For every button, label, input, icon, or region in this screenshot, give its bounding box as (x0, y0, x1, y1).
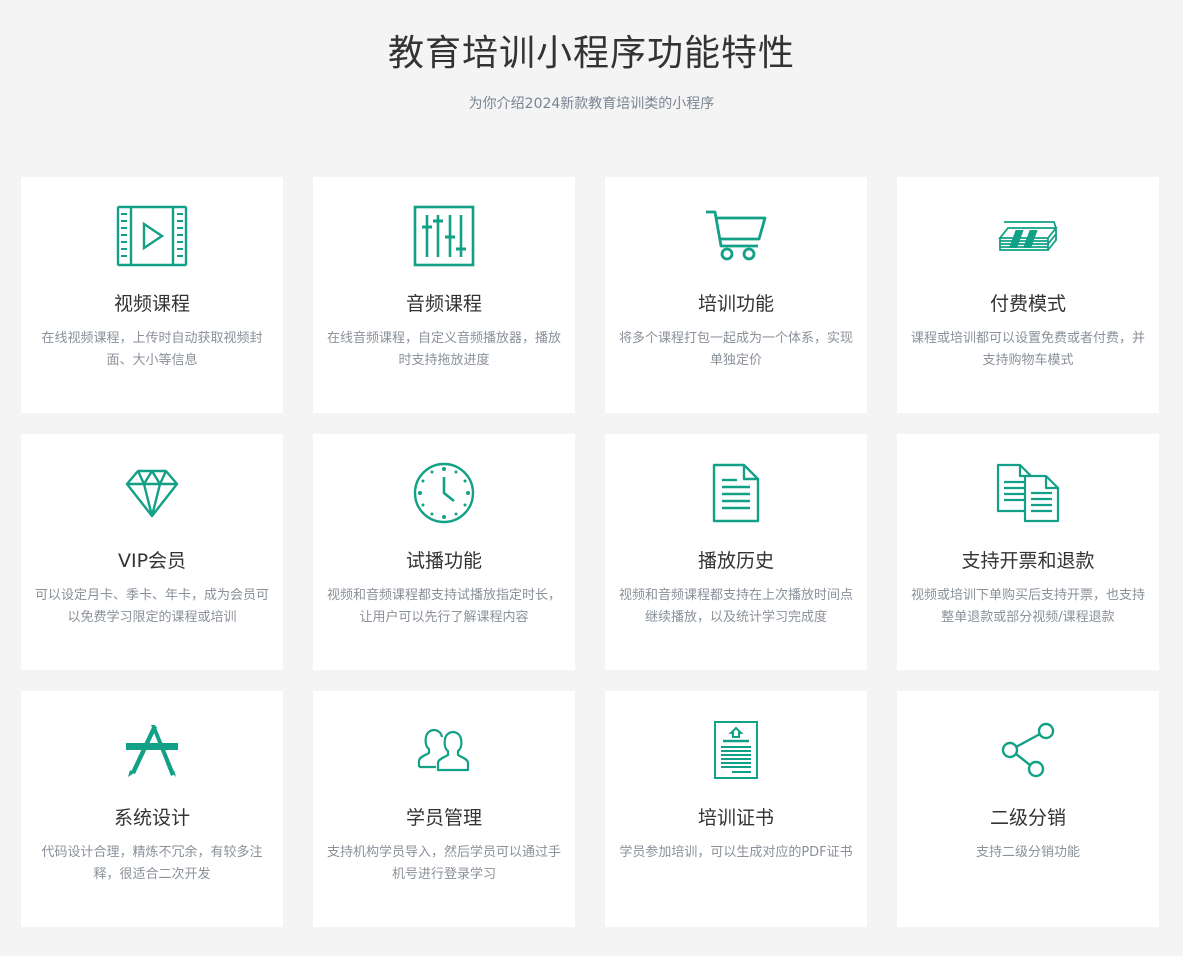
feature-card-audio-course[interactable]: 音频课程 在线音频课程，自定义音频播放器，播放时支持拖放进度 (313, 177, 575, 413)
feature-title: 二级分销 (989, 807, 1066, 829)
page-subtitle: 为你介绍2024新款教育培训类的小程序 (468, 96, 715, 112)
feature-description: 可以设定月卡、季卡、年卡，成为会员可以免费学习限定的课程或培训 (34, 588, 269, 625)
feature-description: 支持二级分销功能 (975, 845, 1080, 860)
diamond-icon (116, 461, 188, 525)
document-icon (700, 461, 772, 525)
feature-title: 视频课程 (113, 293, 190, 315)
feature-card-vip[interactable]: VIP会员 可以设定月卡、季卡、年卡，成为会员可以免费学习限定的课程或培训 (21, 434, 283, 670)
feature-description: 将多个课程打包一起成为一个体系，实现单独定价 (618, 331, 853, 368)
feature-title: 付费模式 (989, 293, 1066, 315)
feature-description: 代码设计合理，精炼不冗余，有较多注释，很适合二次开发 (41, 845, 263, 882)
feature-card-distribution[interactable]: 二级分销 支持二级分销功能 (897, 691, 1159, 927)
feature-title: 支持开票和退款 (961, 550, 1095, 572)
feature-title: VIP会员 (117, 550, 187, 572)
feature-description: 视频和音频课程都支持在上次播放时间点继续播放，以及统计学习完成度 (618, 588, 853, 625)
documents-icon (992, 461, 1064, 525)
feature-description: 视频和音频课程都支持试播放指定时长，让用户可以先行了解课程内容 (326, 588, 561, 625)
users-icon (408, 718, 480, 782)
feature-card-history[interactable]: 播放历史 视频和音频课程都支持在上次播放时间点继续播放，以及统计学习完成度 (605, 434, 867, 670)
feature-description: 在线音频课程，自定义音频播放器，播放时支持拖放进度 (326, 331, 561, 368)
page-header: 教育培训小程序功能特性 为你介绍2024新款教育培训类的小程序 (0, 0, 1183, 177)
feature-title: 试播功能 (405, 550, 482, 572)
feature-description: 视频或培训下单购买后支持开票，也支持整单退款或部分视频/课程退款 (910, 588, 1145, 625)
feature-description: 在线视频课程，上传时自动获取视频封面、大小等信息 (41, 331, 263, 368)
feature-description: 课程或培训都可以设置免费或者付费，并支持购物车模式 (910, 331, 1145, 368)
share-icon (992, 718, 1064, 782)
feature-card-training[interactable]: 培训功能 将多个课程打包一起成为一个体系，实现单独定价 (605, 177, 867, 413)
clock-icon (408, 461, 480, 525)
feature-card-trial[interactable]: 试播功能 视频和音频课程都支持试播放指定时长，让用户可以先行了解课程内容 (313, 434, 575, 670)
feature-title: 播放历史 (697, 550, 774, 572)
feature-card-student-mgmt[interactable]: 学员管理 支持机构学员导入，然后学员可以通过手机号进行登录学习 (313, 691, 575, 927)
feature-title: 学员管理 (405, 807, 482, 829)
feature-card-video-course[interactable]: 视频课程 在线视频课程，上传时自动获取视频封面、大小等信息 (21, 177, 283, 413)
money-stack-icon (992, 204, 1064, 268)
feature-description: 支持机构学员导入，然后学员可以通过手机号进行登录学习 (326, 845, 561, 882)
feature-card-system-design[interactable]: 系统设计 代码设计合理，精炼不冗余，有较多注释，很适合二次开发 (21, 691, 283, 927)
feature-title: 音频课程 (405, 293, 482, 315)
feature-card-invoice-refund[interactable]: 支持开票和退款 视频或培训下单购买后支持开票，也支持整单退款或部分视频/课程退款 (897, 434, 1159, 670)
feature-title: 系统设计 (113, 807, 190, 829)
design-tools-icon (116, 718, 188, 782)
feature-title: 培训证书 (697, 807, 774, 829)
audio-sliders-icon (408, 204, 480, 268)
certificate-icon (700, 718, 772, 782)
feature-description: 学员参加培训，可以生成对应的PDF证书 (619, 845, 853, 860)
feature-card-certificate[interactable]: 培训证书 学员参加培训，可以生成对应的PDF证书 (605, 691, 867, 927)
feature-card-payment[interactable]: 付费模式 课程或培训都可以设置免费或者付费，并支持购物车模式 (897, 177, 1159, 413)
cart-icon (700, 204, 772, 268)
feature-grid: 视频课程 在线视频课程，上传时自动获取视频封面、大小等信息 音频课程 在线音频课… (21, 177, 1159, 927)
feature-title: 培训功能 (697, 293, 774, 315)
video-icon (116, 204, 188, 268)
page-title: 教育培训小程序功能特性 (387, 33, 795, 74)
